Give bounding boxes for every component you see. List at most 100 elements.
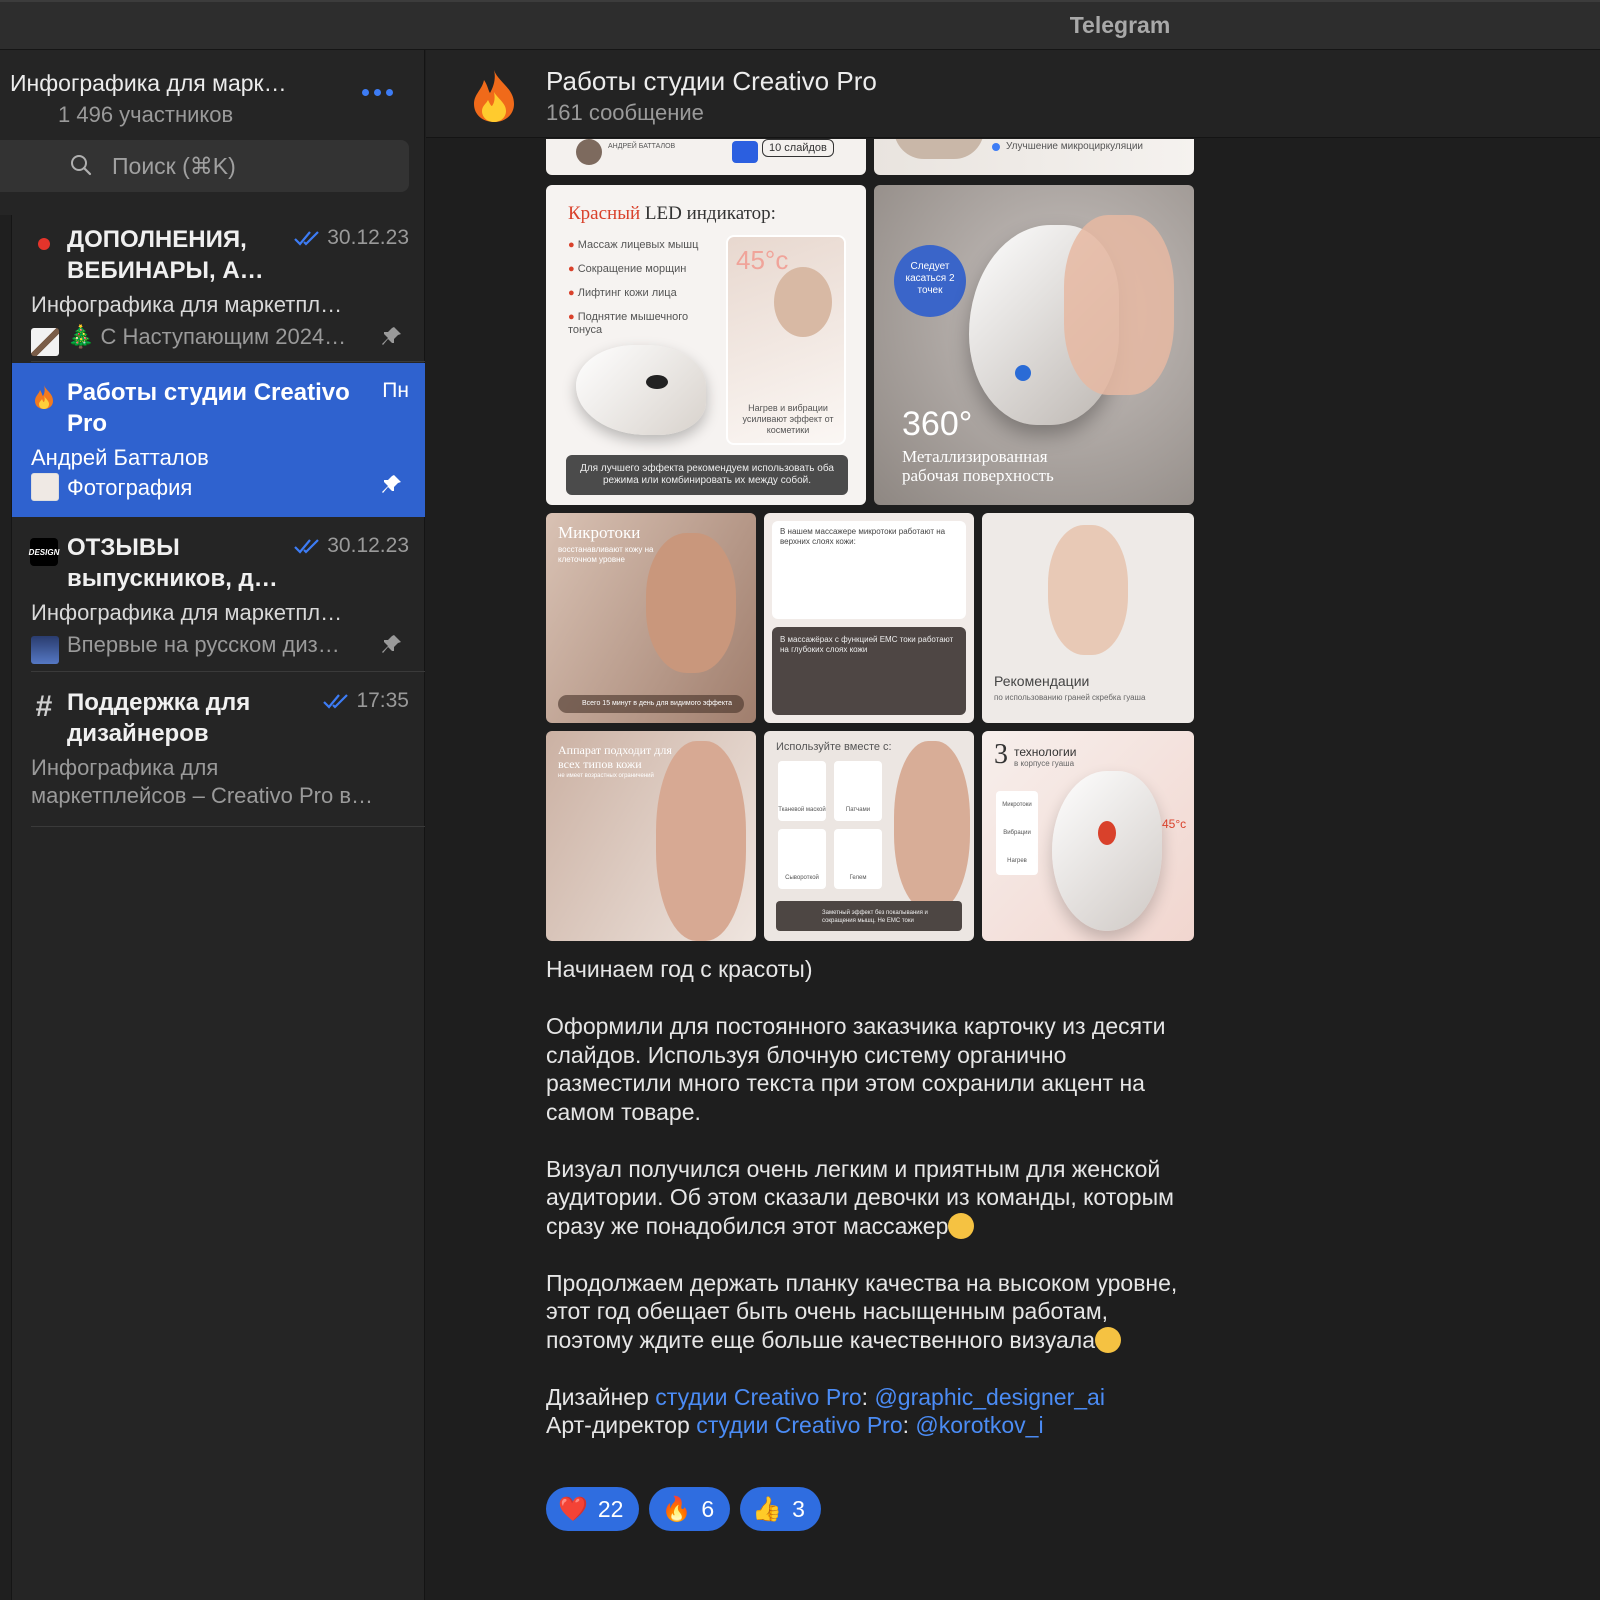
- group-title[interactable]: Инфографика для марк…: [10, 70, 287, 97]
- tech-subtitle: в корпусе гуаша: [1014, 759, 1075, 768]
- chat-sender: Инфографика для маркетпл…: [31, 292, 343, 317]
- combo-item: Гелем: [834, 829, 882, 889]
- window-title: Telegram: [1069, 12, 1171, 38]
- folder-strip: [0, 215, 12, 1600]
- message-count: 161 сообщение: [546, 100, 704, 125]
- chat-item-creativo-works[interactable]: Работы студии Creativo Pro Пн Андрей Бат…: [12, 363, 425, 517]
- model-photo: 45°c Нагрев и вибрации усиливают эффект …: [726, 235, 846, 445]
- ozon-logo: [732, 141, 758, 163]
- chat-name: Работы студии Creativo Pro: [67, 379, 350, 437]
- hashtag-icon: #: [35, 690, 53, 723]
- slide-led-indicator[interactable]: Красный LED индикатор: ● Массаж лицевых …: [546, 185, 866, 505]
- studio-link[interactable]: студии Creativo Pro: [696, 1412, 902, 1438]
- combo-item: Тканевой маской: [778, 761, 826, 821]
- art-director-mention[interactable]: @korotkov_i: [915, 1412, 1043, 1438]
- tech-list: Микротоки Вибрации Нагрев: [996, 791, 1038, 875]
- design-avatar: DESIGN: [29, 538, 59, 566]
- group-member-count: 1 496 участников: [58, 102, 234, 127]
- tech-title: технологии: [1014, 745, 1077, 759]
- rec-title: Рекомендации: [994, 673, 1090, 689]
- model-photo: [1048, 525, 1128, 655]
- slide-compare[interactable]: В нашем массажере микротоки работают на …: [764, 513, 974, 723]
- chat-title[interactable]: Работы студии Creativo Pro: [546, 66, 877, 97]
- chat-preview: Инфографика для: [31, 755, 219, 780]
- message-paragraph: Оформили для постоянного заказчика карто…: [546, 1013, 1166, 1125]
- slide-recommendations[interactable]: Рекомендации по использованию граней скр…: [982, 513, 1194, 723]
- slide-author: АНДРЕЙ БАТТАЛОВ: [608, 143, 676, 150]
- chat-item-addons[interactable]: ДОПОЛНЕНИЯ, ВЕБИНАРЫ, А… 30.12.23 Инфогр…: [12, 210, 425, 362]
- led-temperature: 45°c: [736, 245, 789, 275]
- led-title-accent: Красный: [568, 203, 641, 224]
- combo-item: Патчами: [834, 761, 882, 821]
- designer-mention[interactable]: @graphic_designer_ai: [874, 1384, 1105, 1410]
- unread-dot-icon: [30, 230, 58, 258]
- reaction-fire-button[interactable]: 🔥 6: [649, 1487, 731, 1531]
- slide-surface[interactable]: Следует касаться 2 точек 360° Металлизир…: [874, 185, 1194, 505]
- combo-title: Используйте вместе с:: [776, 741, 892, 753]
- surface-caption: Металлизированная рабочая поверхность: [902, 447, 1054, 485]
- tech-number: 3: [994, 739, 1008, 770]
- search-input[interactable]: [112, 150, 392, 182]
- chat-date-text: 17:35: [356, 689, 409, 712]
- chat-name: ДОПОЛНЕНИЯ, ВЕБИНАРЫ, А…: [67, 226, 264, 284]
- slide-skin-types[interactable]: Аппарат подходит для всех типов кожи не …: [546, 731, 756, 941]
- compare-top: В нашем массажере микротоки работают на …: [772, 521, 966, 619]
- double-check-icon: [294, 231, 320, 246]
- more-options-button[interactable]: [362, 80, 402, 104]
- studio-link[interactable]: студии Creativo Pro: [655, 1384, 861, 1410]
- grinning-sweat-emoji-icon: [948, 1212, 975, 1239]
- message-paragraph: Визуал получился очень легким и приятным…: [546, 1155, 1174, 1239]
- chat-preview: 🎄 С Наступающим 2024…: [67, 324, 347, 349]
- slides-badge: 10 слайдов: [762, 139, 834, 157]
- massager-image: [1052, 771, 1162, 931]
- fire-icon: [474, 70, 514, 122]
- reaction-count: 6: [701, 1495, 715, 1522]
- led-title: LED индикатор:: [644, 203, 776, 224]
- slide-cover[interactable]: АНДРЕЙ БАТТАЛОВ 10 слайдов: [546, 139, 866, 175]
- search-icon: [71, 155, 92, 176]
- reaction-thumbs-up-button[interactable]: 👍 3: [740, 1487, 821, 1531]
- art-director-credit: Арт-директор студии Creativo Pro: @korot…: [546, 1412, 1044, 1438]
- led-footer: Для лучшего эффекта рекомендуем использо…: [566, 455, 848, 495]
- search-box[interactable]: [0, 140, 409, 192]
- double-check-icon: [294, 539, 320, 554]
- double-check-icon: [323, 694, 349, 709]
- message-text: Начинаем год с красоты) Оформили для пос…: [546, 955, 1196, 1440]
- slide-microcirculation[interactable]: Улучшение микроциркуляции: [874, 139, 1194, 175]
- chat-item-support[interactable]: # Поддержка для дизайнеров 17:35 Инфогра…: [12, 673, 425, 827]
- massager-image: [576, 345, 706, 435]
- chat-date: Пн: [382, 379, 409, 402]
- tech-temperature: 45°c: [1162, 817, 1187, 831]
- surface-degree: 360°: [902, 405, 973, 443]
- chat-item-reviews[interactable]: DESIGN ОТЗЫВЫ выпускников, д… 30.12.23 И…: [12, 518, 425, 672]
- slide-microcurrents[interactable]: Микротоки восстанавливают кожу на клеточ…: [546, 513, 756, 723]
- sidebar: Инфографика для марк… 1 496 участников Д…: [0, 50, 425, 1600]
- chat-date: 30.12.23: [293, 534, 409, 558]
- message-area: АНДРЕЙ БАТТАЛОВ 10 слайдов Улучшение мик…: [426, 139, 1600, 1600]
- slide-combine[interactable]: Используйте вместе с: Тканевой маской Па…: [764, 731, 974, 941]
- thumbs-up-icon: 👍: [752, 1495, 783, 1523]
- chat-thumbnail: [31, 473, 59, 501]
- chat-date: 30.12.23: [293, 226, 409, 250]
- skin-title: Аппарат подходит для всех типов кожи: [558, 743, 672, 771]
- led-note: Нагрев и вибрации усиливают эффект от ко…: [742, 403, 834, 435]
- fire-icon: 🔥: [661, 1495, 692, 1523]
- led-benefits-list: ● Массаж лицевых мышц ● Сокращение морщи…: [568, 239, 699, 336]
- points-badge: Следует касаться 2 точек: [894, 245, 966, 317]
- slide-technologies[interactable]: 3 технологии в корпусе гуаша Микротоки В…: [982, 731, 1194, 941]
- title-bar: Telegram: [0, 0, 1600, 50]
- reaction-heart-button[interactable]: ❤️ 22: [546, 1487, 640, 1531]
- skin-subtitle: не имеет возрастных ограничений: [558, 773, 654, 779]
- micro-title: Микротоки: [558, 523, 641, 542]
- winking-face-emoji-icon: [1095, 1326, 1122, 1353]
- compare-bottom: В массажёрах с функцией ЕМС токи работаю…: [772, 627, 966, 715]
- model-photo: [894, 741, 970, 911]
- combo-footer: Заметный эффект без покалывания и сокращ…: [776, 901, 962, 931]
- slide-caption: Улучшение микроциркуляции: [1006, 141, 1144, 152]
- model-photo: [646, 533, 736, 673]
- pin-icon: [382, 635, 401, 653]
- reactions-bar: ❤️ 22 🔥 6 👍 3: [546, 1487, 821, 1531]
- chat-preview-cont: маркетплейсов – Creativo Pro в…: [31, 783, 374, 808]
- reaction-count: 3: [792, 1495, 805, 1522]
- pin-icon: [382, 327, 401, 345]
